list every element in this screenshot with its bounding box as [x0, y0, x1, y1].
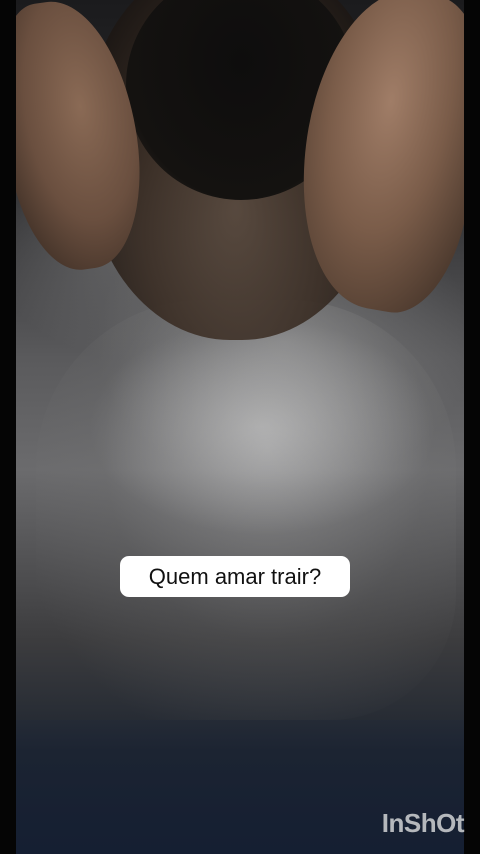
left-pillarbox-bar — [0, 0, 16, 854]
right-pillarbox-bar — [464, 0, 480, 854]
caption-bubble: Quem amar trair? — [120, 556, 350, 597]
inshot-watermark: InShOt — [356, 806, 465, 840]
video-image — [16, 0, 464, 854]
caption-text: Quem amar trair? — [148, 563, 322, 589]
hoodie — [36, 300, 456, 720]
video-frame: Quem amar trair? InShOt — [0, 0, 480, 854]
watermark-text: InShOt — [381, 808, 465, 838]
